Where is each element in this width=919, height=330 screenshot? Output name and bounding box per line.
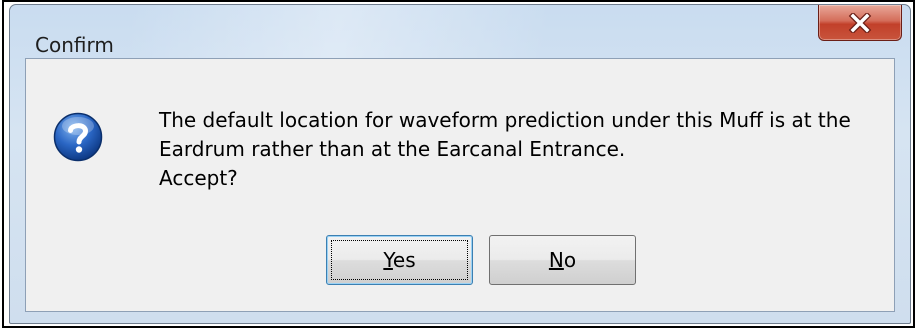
- confirm-dialog: Confirm The default location for wavefor…: [9, 4, 911, 324]
- no-label-rest: o: [563, 248, 577, 272]
- window-title: Confirm: [35, 33, 114, 57]
- yes-button-label: Yes: [383, 248, 415, 272]
- close-icon: [848, 12, 872, 33]
- close-button[interactable]: [818, 5, 902, 41]
- message-line-1: The default location for waveform predic…: [159, 108, 851, 132]
- message-line-3: Accept?: [159, 166, 238, 190]
- no-mnemonic: N: [548, 248, 564, 272]
- screenshot-frame: Confirm The default location for wavefor…: [2, 0, 915, 328]
- dialog-body: The default location for waveform predic…: [25, 58, 895, 312]
- question-icon: [53, 112, 103, 162]
- no-button[interactable]: No: [489, 235, 636, 285]
- yes-mnemonic: Y: [383, 248, 393, 272]
- message-text: The default location for waveform predic…: [159, 106, 879, 193]
- no-button-label: No: [549, 248, 576, 272]
- yes-label-rest: es: [392, 248, 416, 272]
- title-bar[interactable]: Confirm: [10, 5, 910, 57]
- message-line-2: Eardrum rather than at the Earcanal Entr…: [159, 137, 626, 161]
- yes-button[interactable]: Yes: [326, 235, 473, 285]
